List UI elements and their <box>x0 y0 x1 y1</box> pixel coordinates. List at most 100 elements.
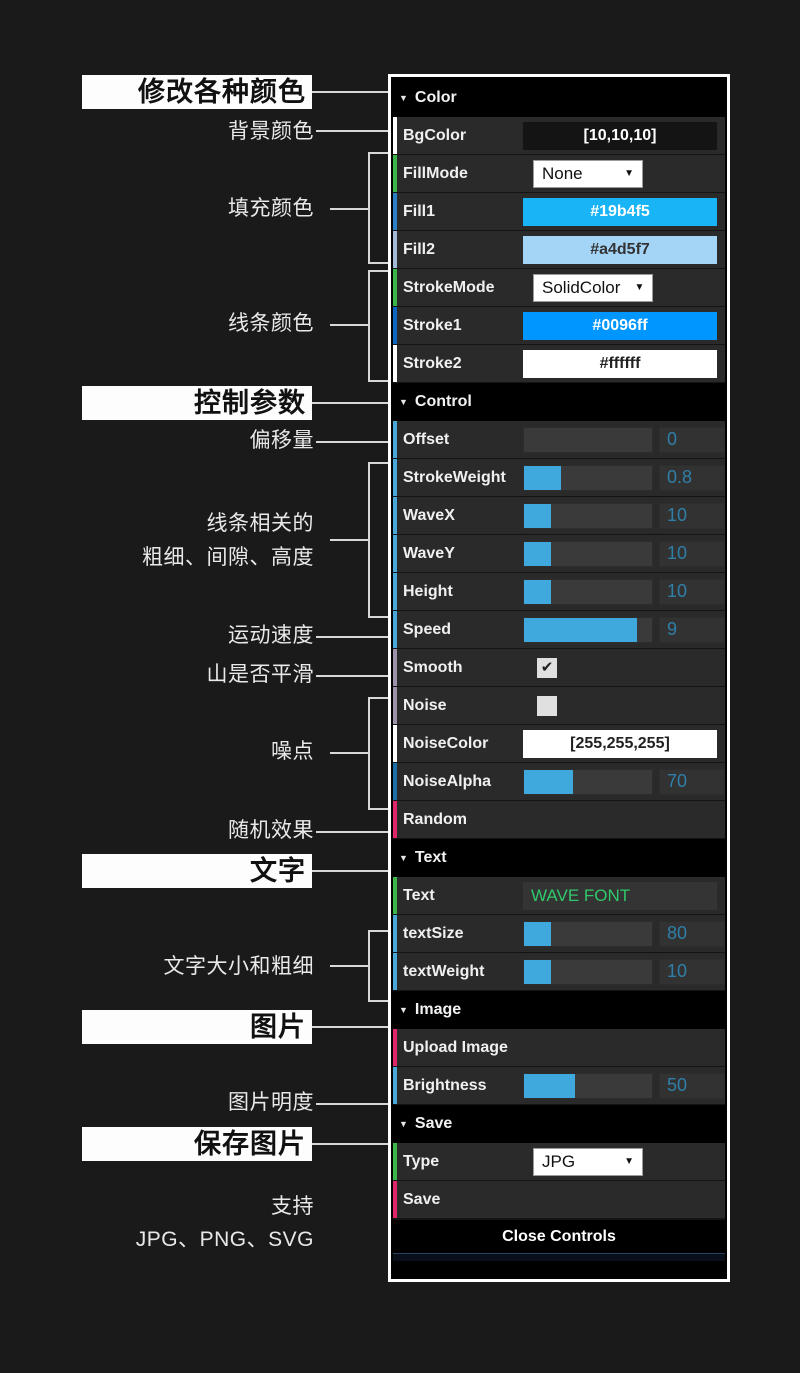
control-widget: #19b4f5 <box>523 197 725 226</box>
control-row-speed[interactable]: Speed 9 <box>393 611 725 649</box>
control-row-fill1[interactable]: Fill1 #19b4f5 <box>393 193 725 231</box>
slider-speed[interactable] <box>523 616 653 643</box>
annotation-label-formats: 支持 JPG、PNG、SVG <box>135 1195 314 1251</box>
control-row-noisecolor[interactable]: NoiseColor [255,255,255] <box>393 725 725 763</box>
chevron-down-icon: ▼ <box>399 852 408 863</box>
slider-value-noisealpha[interactable]: 70 <box>659 768 725 795</box>
control-row-text[interactable]: Text WAVE FONT <box>393 877 725 915</box>
section-header-label: Color <box>414 89 457 106</box>
control-label: Stroke2 <box>403 354 462 372</box>
control-widget: 50 <box>523 1072 725 1100</box>
control-widget: 80 <box>523 920 725 948</box>
control-row-smooth[interactable]: Smooth ✔ <box>393 649 725 687</box>
control-row-stroke2[interactable]: Stroke2 #ffffff <box>393 345 725 383</box>
close-controls-button[interactable]: Close Controls <box>393 1219 725 1253</box>
color-swatch-stroke2[interactable]: #ffffff <box>523 349 717 378</box>
control-row-strokemode[interactable]: StrokeMode SolidColor ▼ <box>393 269 725 307</box>
annotation-label-textsize: 文字大小和粗细 <box>163 955 314 978</box>
slider-value-textweight[interactable]: 10 <box>659 958 725 985</box>
row-accent-bar <box>393 193 397 230</box>
checkbox-noise[interactable] <box>537 695 557 716</box>
slider-brightness[interactable] <box>523 1072 653 1099</box>
control-label: Smooth <box>403 658 463 676</box>
section-header-text[interactable]: ▼ Text <box>393 839 725 877</box>
slider-fill <box>524 465 562 490</box>
close-controls-label: Close Controls <box>502 1227 616 1245</box>
slider-textsize[interactable] <box>523 920 653 947</box>
annotation-heading-text: 文字 <box>82 854 312 888</box>
checkbox-smooth[interactable]: ✔ <box>537 657 557 678</box>
slider-value-speed[interactable]: 9 <box>659 616 725 643</box>
row-accent-bar <box>393 1067 397 1104</box>
color-swatch-stroke1[interactable]: #0096ff <box>523 311 717 340</box>
select-strokemode[interactable]: SolidColor ▼ <box>533 273 654 302</box>
control-row-noisealpha[interactable]: NoiseAlpha 70 <box>393 763 725 801</box>
slider-value-wavex[interactable]: 10 <box>659 502 725 529</box>
slider-noisealpha[interactable] <box>523 768 653 795</box>
control-row-fill2[interactable]: Fill2 #a4d5f7 <box>393 231 725 269</box>
control-row-fillmode[interactable]: FillMode None ▼ <box>393 155 725 193</box>
slider-value-brightness[interactable]: 50 <box>659 1072 725 1099</box>
section-header-label: Text <box>414 849 447 866</box>
color-swatch-noisecolor[interactable]: [255,255,255] <box>523 729 717 758</box>
control-label: Fill1 <box>403 202 436 220</box>
row-accent-bar <box>393 231 397 268</box>
control-row-offset[interactable]: Offset 0 <box>393 421 725 459</box>
section-header-color[interactable]: ▼ Color <box>393 79 725 117</box>
slider-value-height[interactable]: 10 <box>659 578 725 605</box>
color-swatch-fill2[interactable]: #a4d5f7 <box>523 235 717 264</box>
control-row-brightness[interactable]: Brightness 50 <box>393 1067 725 1105</box>
annotation-label-offset: 偏移量 <box>249 429 314 452</box>
control-row-upload-image[interactable]: Upload Image <box>393 1029 725 1067</box>
control-label: Brightness <box>403 1076 487 1094</box>
slider-value-offset[interactable]: 0 <box>659 426 725 453</box>
slider-value-strokeweight[interactable]: 0.8 <box>659 464 725 491</box>
slider-value-wavey[interactable]: 10 <box>659 540 725 567</box>
control-row-stroke1[interactable]: Stroke1 #0096ff <box>393 307 725 345</box>
control-panel-body: ▼ Color BgColor [10,10,10] FillMode None ▼ Fill… <box>393 79 725 1277</box>
control-row-type[interactable]: Type JPG ▼ <box>393 1143 725 1181</box>
control-row-textweight[interactable]: textWeight 10 <box>393 953 725 991</box>
control-widget <box>523 1186 725 1214</box>
control-row-wavey[interactable]: WaveY 10 <box>393 535 725 573</box>
text-input-text[interactable]: WAVE FONT <box>523 881 717 910</box>
slider-textweight[interactable] <box>523 958 653 985</box>
leader-line-brightness <box>316 1103 388 1105</box>
control-widget: SolidColor ▼ <box>523 273 725 302</box>
control-row-save[interactable]: Save <box>393 1181 725 1219</box>
select-type[interactable]: JPG ▼ <box>533 1147 643 1176</box>
control-label: Height <box>403 582 453 600</box>
slider-height[interactable] <box>523 578 653 605</box>
control-widget: #0096ff <box>523 311 725 340</box>
row-accent-bar <box>393 915 397 952</box>
color-swatch-bgcolor[interactable]: [10,10,10] <box>523 121 717 150</box>
control-row-noise[interactable]: Noise <box>393 687 725 725</box>
control-row-textsize[interactable]: textSize 80 <box>393 915 725 953</box>
bracket-fill-stem <box>330 208 370 210</box>
section-header-control[interactable]: ▼ Control <box>393 383 725 421</box>
bracket-stroke-stem <box>330 324 370 326</box>
leader-line-bgcolor <box>316 130 388 132</box>
annotation-label-noise: 噪点 <box>271 740 314 763</box>
row-accent-bar <box>393 1029 397 1066</box>
row-accent-bar <box>393 117 397 154</box>
section-header-image[interactable]: ▼ Image <box>393 991 725 1029</box>
control-row-wavex[interactable]: WaveX 10 <box>393 497 725 535</box>
row-accent-bar <box>393 953 397 990</box>
bracket-noise-top <box>368 697 390 699</box>
leader-line-colors <box>312 91 388 93</box>
slider-wavex[interactable] <box>523 502 653 529</box>
control-row-random[interactable]: Random <box>393 801 725 839</box>
control-widget: 70 <box>523 768 725 796</box>
slider-offset[interactable] <box>523 426 653 453</box>
slider-strokeweight[interactable] <box>523 464 653 491</box>
section-header-save[interactable]: ▼ Save <box>393 1105 725 1143</box>
control-row-height[interactable]: Height 10 <box>393 573 725 611</box>
slider-wavey[interactable] <box>523 540 653 567</box>
slider-value-textsize[interactable]: 80 <box>659 920 725 947</box>
control-row-bgcolor[interactable]: BgColor [10,10,10] <box>393 117 725 155</box>
control-widget: WAVE FONT <box>523 881 725 910</box>
control-row-strokeweight[interactable]: StrokeWeight 0.8 <box>393 459 725 497</box>
select-fillmode[interactable]: None ▼ <box>533 159 643 188</box>
color-swatch-fill1[interactable]: #19b4f5 <box>523 197 717 226</box>
